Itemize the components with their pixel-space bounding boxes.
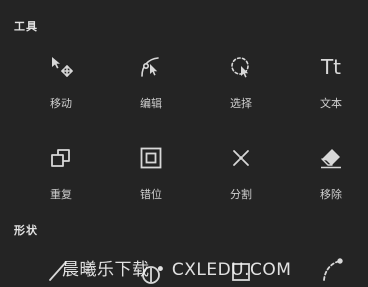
duplicate-icon [46, 143, 76, 173]
lasso-select-icon [226, 52, 256, 82]
tool-label-split: 分割 [230, 188, 252, 201]
tool-label-edit: 编辑 [140, 97, 162, 110]
tool-duplicate[interactable]: 重复 [31, 143, 91, 213]
tool-edit[interactable]: 编辑 [121, 52, 181, 122]
text-icon-glyph: Tt [320, 55, 342, 79]
eraser-icon [316, 143, 346, 173]
tool-text[interactable]: Tt 文本 [301, 52, 361, 122]
offset-icon [136, 143, 166, 173]
tool-remove[interactable]: 移除 [301, 143, 361, 213]
edit-path-icon [136, 52, 166, 82]
tool-label-text: 文本 [320, 97, 342, 110]
tool-select[interactable]: 选择 [211, 52, 271, 122]
move-icon [46, 52, 76, 82]
shape-arc[interactable] [318, 254, 348, 284]
tool-offset[interactable]: 错位 [121, 143, 181, 213]
tools-section-title: 工具 [14, 20, 38, 33]
tool-label-move: 移动 [50, 97, 72, 110]
watermark-text: 晨曦乐下载 • CXLEDU.COM [62, 260, 292, 280]
tool-move[interactable]: 移动 [31, 52, 91, 122]
tool-label-duplicate: 重复 [50, 188, 72, 201]
tool-label-offset: 错位 [140, 188, 162, 201]
tool-split[interactable]: 分割 [211, 143, 271, 213]
tool-label-select: 选择 [230, 97, 252, 110]
arc-icon [323, 258, 343, 281]
shapes-section-title: 形状 [14, 224, 38, 237]
split-icon [226, 143, 256, 173]
text-icon: Tt [316, 52, 346, 82]
tool-label-remove: 移除 [320, 188, 342, 201]
